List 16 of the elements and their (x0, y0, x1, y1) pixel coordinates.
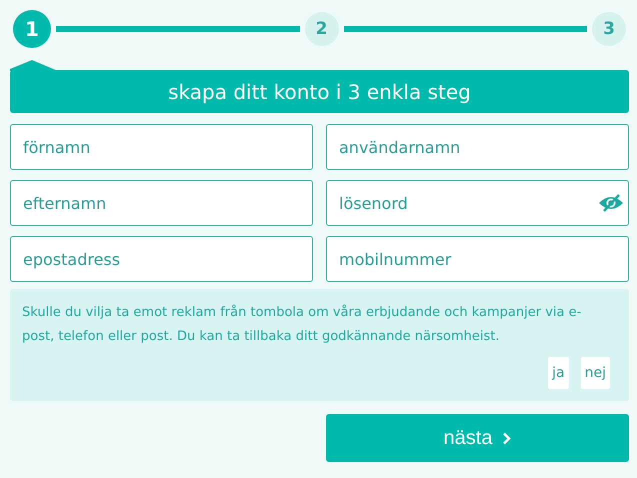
step-indicator: 1 (13, 10, 51, 48)
input-field[interactable]: epostadress (10, 236, 313, 282)
input-field[interactable]: mobilnummer (326, 236, 629, 282)
consent-text: Skulle du vilja ta emot reklam från tombola om våra erbjudande och kampanjer via e-post, telefon eller post. Du kan ta tillbaka ditt godkännande närsomheist. (22, 304, 582, 346)
next-button[interactable]: nästa (326, 414, 629, 462)
consent-option[interactable]: ja (548, 357, 569, 389)
step-indicator: 3 (592, 12, 626, 46)
hide-password-icon[interactable] (598, 194, 624, 212)
password-field[interactable]: lösenord (326, 180, 629, 226)
chevron-right-icon (502, 432, 512, 444)
input-field[interactable]: efternamn (10, 180, 313, 226)
input-field[interactable]: förnamn (10, 124, 313, 170)
input-field[interactable]: användarnamn (326, 124, 629, 170)
consent-option[interactable]: nej (580, 357, 610, 389)
step-indicator: 2 (304, 12, 338, 46)
header-title: skapa ditt konto i 3 enkla steg (168, 80, 471, 104)
